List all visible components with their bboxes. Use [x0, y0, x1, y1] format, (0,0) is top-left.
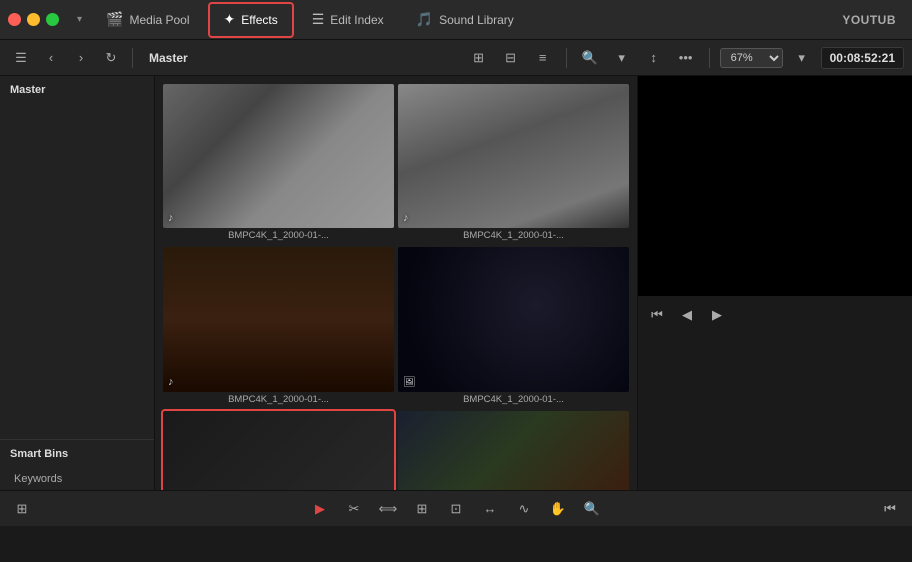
trim-tool[interactable]: ⟺ [374, 495, 402, 523]
list-view-btn[interactable]: ⊟ [498, 45, 524, 71]
window-controls [8, 13, 59, 26]
master-label: Master [149, 51, 188, 65]
close-button[interactable] [8, 13, 21, 26]
preview-forward[interactable]: ▶ [704, 302, 730, 328]
project-name: YOUTUB [842, 13, 896, 27]
hand-tool[interactable]: ✋ [544, 495, 572, 523]
tab-media-pool[interactable]: 🎬 Media Pool [92, 2, 203, 38]
cut-tool[interactable]: ✂ [340, 495, 368, 523]
thumbnail-5: ♪ [163, 411, 394, 490]
nav-forward-btn[interactable]: › [68, 45, 94, 71]
tab-effects[interactable]: ✦ Effects [208, 2, 294, 38]
top-bar: ▾ 🎬 Media Pool ✦ Effects ☰ Edit Index 🎵 … [0, 0, 912, 40]
edit-index-icon: ☰ [312, 11, 325, 28]
list-item[interactable]: ♪ BMPC4K_1_2000-01-... [163, 411, 394, 490]
tab-media-pool-label: Media Pool [129, 13, 189, 27]
effects-icon: ✦ [224, 11, 236, 28]
thumbnail-6: ♪ [398, 411, 629, 490]
preview-screen [638, 76, 912, 296]
ripple-tool[interactable]: ⊞ [408, 495, 436, 523]
item-label-4: BMPC4K_1_2000-01-... [398, 392, 629, 407]
separator-3 [709, 48, 710, 68]
view-toggle-btn[interactable]: ☰ [8, 45, 34, 71]
music-icon: ♪ [403, 212, 409, 224]
timecode-display: 00:08:52:21 [821, 47, 904, 69]
thumbnail-3: ♪ [163, 247, 394, 391]
thumbnail-4: 🖼 [398, 247, 629, 391]
arrow-tool[interactable]: ▶ [306, 495, 334, 523]
zoom-dropdown[interactable]: ▾ [789, 45, 815, 71]
sidebar-item-keywords[interactable]: Keywords [0, 468, 154, 490]
zoom-select[interactable]: 67% 50% 100% [720, 48, 783, 68]
music-icon: ♪ [168, 212, 174, 224]
sidebar-section-master[interactable]: Master [0, 76, 154, 104]
secondary-toolbar: ☰ ‹ › ↻ Master ⊞ ⊟ ≡ 🔍 ▾ ↕ ••• 67% 50% 1… [0, 40, 912, 76]
grid-container: ♪ BMPC4K_1_2000-01-... ♪ BMPC4K_1_2000-0… [163, 84, 629, 490]
tab-edit-index-label: Edit Index [330, 13, 383, 27]
thumbnail-1: ♪ [163, 84, 394, 228]
sort-btn[interactable]: ↕ [641, 45, 667, 71]
skip-to-start[interactable]: ⏮ [876, 495, 904, 523]
nav-back-btn[interactable]: ‹ [38, 45, 64, 71]
slip-tool[interactable]: ⊡ [442, 495, 470, 523]
media-grid: ♪ BMPC4K_1_2000-01-... ♪ BMPC4K_1_2000-0… [155, 76, 637, 490]
tab-sound-library-label: Sound Library [439, 13, 514, 27]
item-label-3: BMPC4K_1_2000-01-... [163, 392, 394, 407]
more-btn[interactable]: ••• [673, 45, 699, 71]
preview-back[interactable]: ◀ [674, 302, 700, 328]
timeline-view-btn[interactable]: ⊞ [8, 495, 36, 523]
search-dropdown[interactable]: ▾ [609, 45, 635, 71]
list-item[interactable]: ♪ BMPC4K_1_2000-01-... [163, 84, 394, 243]
sidebar-bottom: Smart Bins Keywords [0, 439, 154, 490]
main-area: Master Smart Bins Keywords ♪ BMPC4K_1_20… [0, 76, 912, 490]
preview-controls: ⏮ ◀ ▶ [638, 296, 912, 334]
music-icon: ♪ [168, 376, 174, 388]
preview-panel: ⏮ ◀ ▶ [637, 76, 912, 490]
search-btn[interactable]: 🔍 [577, 45, 603, 71]
detail-view-btn[interactable]: ≡ [530, 45, 556, 71]
item-label-2: BMPC4K_1_2000-01-... [398, 228, 629, 243]
media-pool-icon: 🎬 [106, 11, 123, 28]
bottom-toolbar: ⊞ ▶ ✂ ⟺ ⊞ ⊡ ↔ ∿ ✋ 🔍 ⏮ [0, 490, 912, 526]
separator-1 [132, 48, 133, 68]
image-icon: 🖼 [403, 377, 416, 388]
zoom-tool[interactable]: 🔍 [578, 495, 606, 523]
minimize-button[interactable] [27, 13, 40, 26]
sidebar-smart-bins[interactable]: Smart Bins [0, 440, 154, 468]
tab-sound-library[interactable]: 🎵 Sound Library [402, 2, 528, 38]
sync-btn[interactable]: ↻ [98, 45, 124, 71]
grid-view-btn[interactable]: ⊞ [466, 45, 492, 71]
maximize-button[interactable] [46, 13, 59, 26]
list-item[interactable]: 🖼 BMPC4K_1_2000-01-... [398, 247, 629, 406]
item-label-1: BMPC4K_1_2000-01-... [163, 228, 394, 243]
tab-effects-label: Effects [241, 13, 277, 27]
workspace-dropdown[interactable]: ▾ [71, 12, 88, 27]
separator-2 [566, 48, 567, 68]
tab-edit-index[interactable]: ☰ Edit Index [298, 2, 398, 38]
toolbar-right: ⊞ ⊟ ≡ 🔍 ▾ ↕ ••• 67% 50% 100% ▾ 00:08:52:… [466, 45, 904, 71]
sidebar: Master Smart Bins Keywords [0, 76, 155, 490]
list-item[interactable]: ♪ BMPC4K_1_2000-01-... [398, 84, 629, 243]
list-item[interactable]: ♪ BMPC4K_1_2000-01-... [398, 411, 629, 490]
sound-library-icon: 🎵 [416, 11, 433, 28]
preview-skip-back[interactable]: ⏮ [644, 302, 670, 328]
retime-tool[interactable]: ↔ [476, 495, 504, 523]
list-item[interactable]: ♪ BMPC4K_1_2000-01-... [163, 247, 394, 406]
curve-tool[interactable]: ∿ [510, 495, 538, 523]
thumbnail-2: ♪ [398, 84, 629, 228]
